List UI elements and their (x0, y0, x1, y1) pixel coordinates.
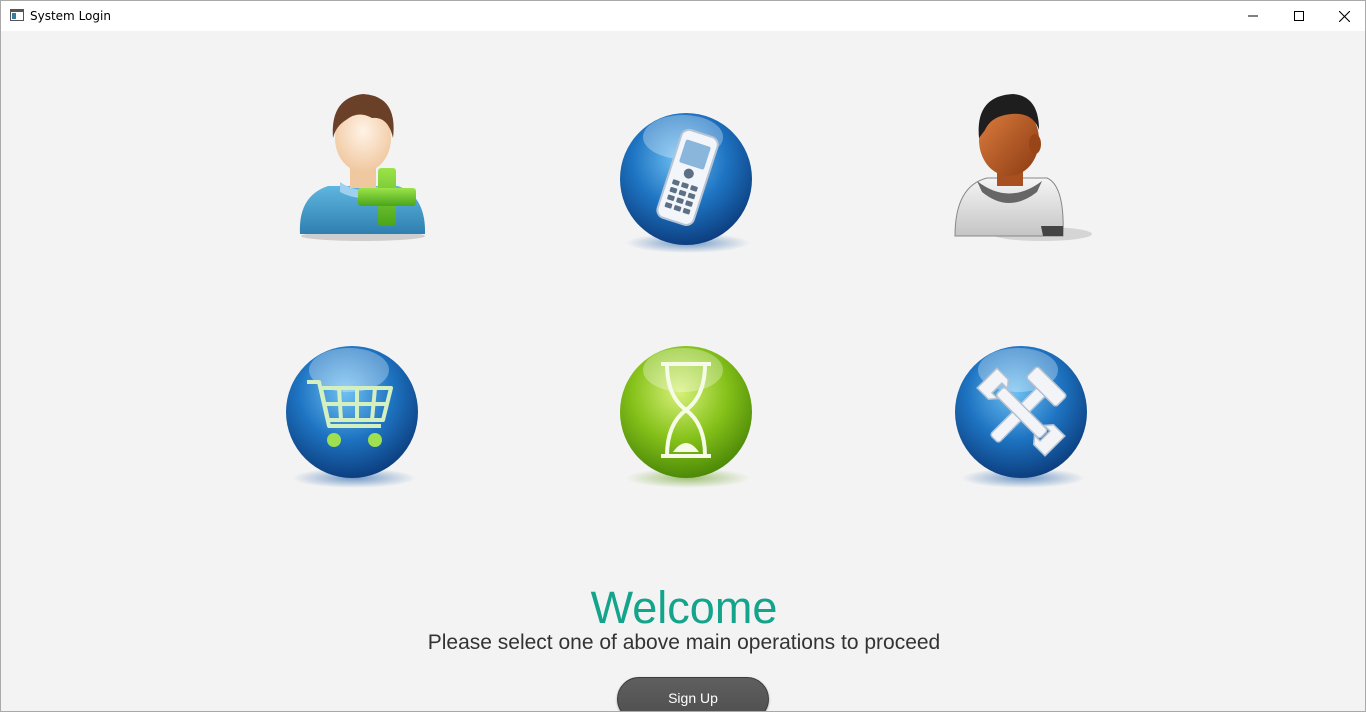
sign-up-button[interactable]: Sign Up (617, 677, 769, 711)
close-icon (1338, 10, 1350, 22)
instruction-text: Please select one of above main operatio… (427, 631, 941, 654)
title-bar: System Login (1, 1, 1365, 31)
window-title: System Login (30, 9, 111, 23)
shopping-cart-icon (286, 346, 418, 488)
app-window: System Login Welcome Please select one o… (0, 0, 1366, 712)
user-button[interactable] (947, 86, 1097, 246)
minimize-button[interactable] (1230, 1, 1276, 31)
tools-button[interactable] (948, 334, 1098, 494)
close-button[interactable] (1321, 1, 1365, 31)
user-icon (954, 94, 1092, 241)
minimize-icon (1248, 15, 1258, 17)
app-window-icon (10, 9, 24, 21)
hourglass-button[interactable] (613, 334, 763, 494)
shopping-cart-button[interactable] (279, 334, 429, 494)
tools-icon (955, 346, 1087, 488)
hourglass-icon (620, 346, 752, 488)
add-user-button[interactable] (288, 86, 438, 246)
mobile-phone-icon (620, 113, 752, 253)
welcome-heading: Welcome (590, 582, 778, 633)
add-user-icon (299, 94, 426, 241)
maximize-button[interactable] (1276, 1, 1322, 31)
phone-button[interactable] (613, 101, 763, 261)
maximize-icon (1294, 11, 1304, 21)
